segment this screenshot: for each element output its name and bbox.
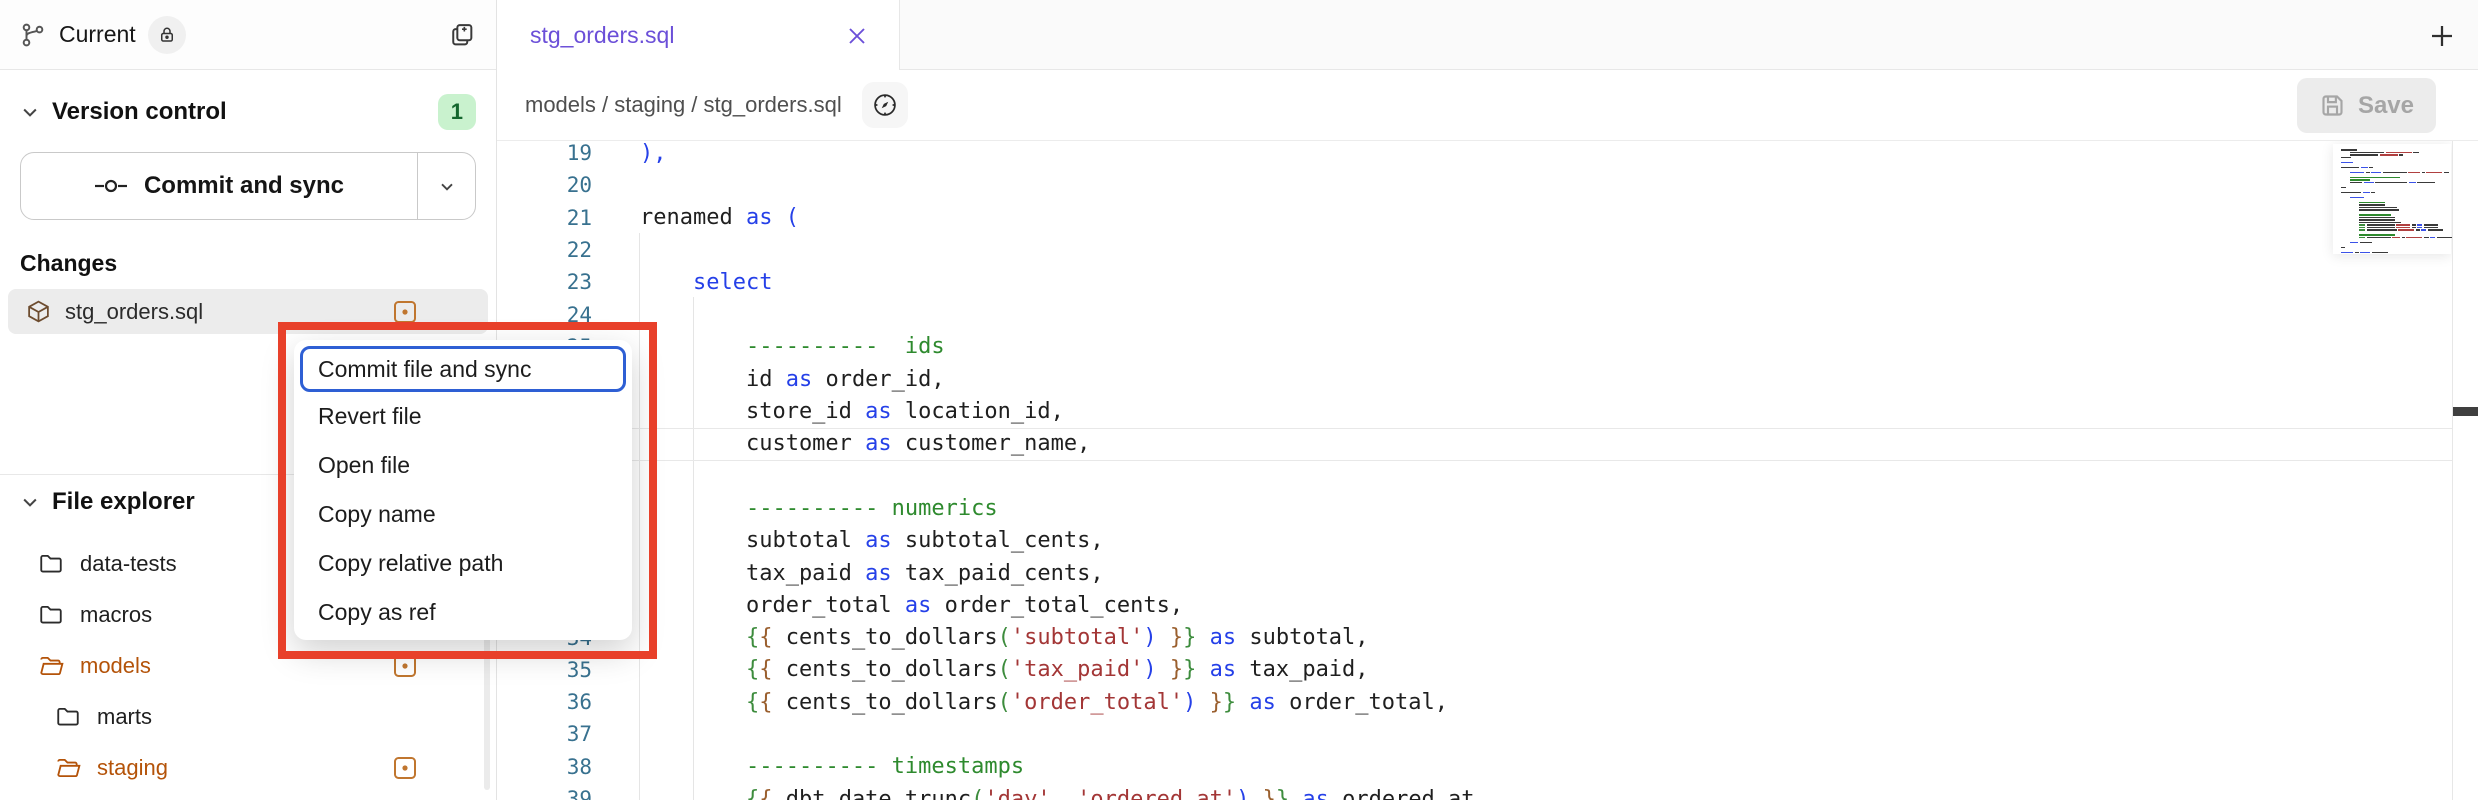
commit-options-dropdown[interactable] — [417, 153, 475, 219]
line-number: 39 — [497, 787, 608, 800]
minimap[interactable] — [2333, 144, 2451, 254]
close-tab-icon[interactable] — [845, 24, 869, 48]
code-lines: 19), 20 21renamed as ( 22 23 select 24 25 ----… — [497, 141, 2478, 800]
branch-header: Current — [0, 0, 496, 70]
branch-name: Current — [59, 21, 136, 48]
code-line-29: 29 — [497, 460, 2478, 492]
modified-file-badge-icon — [392, 299, 418, 325]
save-button-label: Save — [2358, 92, 2414, 120]
code-line-23: 23 select — [497, 266, 2478, 298]
editor-pane: stg_orders.sql models / staging / stg_or… — [497, 0, 2478, 800]
tab-stg-orders[interactable]: stg_orders.sql — [497, 0, 900, 71]
chevron-down-icon — [20, 102, 40, 122]
file-explorer-title: File explorer — [52, 488, 195, 516]
git-branch-icon — [20, 22, 46, 48]
code-line-32: 32 tax_paid as tax_paid_cents, — [497, 557, 2478, 589]
menu-item-copy-as-ref[interactable]: Copy as ref — [294, 588, 632, 637]
code-editor[interactable]: 19), 20 21renamed as ( 22 23 select 24 25 ----… — [497, 141, 2478, 800]
commit-and-sync-button[interactable]: Commit and sync — [20, 152, 476, 220]
commit-icon — [94, 176, 128, 196]
read-only-lock-badge — [148, 16, 186, 54]
tab-bar: stg_orders.sql — [497, 0, 2478, 70]
sidebar-item-marts[interactable]: marts — [0, 691, 496, 742]
folder-name: macros — [80, 602, 152, 628]
line-number: 21 — [497, 206, 608, 230]
code-line-37: 37 — [497, 718, 2478, 750]
breadcrumb: models / staging / stg_orders.sql — [525, 92, 842, 118]
folder-open-icon — [55, 755, 81, 781]
folder-name: models — [80, 653, 151, 679]
folder-name: data-tests — [80, 551, 177, 577]
changed-file-row[interactable]: stg_orders.sql — [8, 289, 488, 334]
code-line-28: 28 customer as customer_name, — [497, 428, 2478, 460]
line-number: 22 — [497, 238, 608, 262]
code-line-19: 19), — [497, 141, 2478, 169]
code-line-20: 20 — [497, 169, 2478, 201]
code-line-21: 21renamed as ( — [497, 202, 2478, 234]
duplicate-branch-icon[interactable] — [448, 21, 476, 49]
sidebar-item-models[interactable]: models — [0, 640, 496, 691]
code-line-24: 24 — [497, 298, 2478, 330]
code-line-22: 22 — [497, 234, 2478, 266]
code-line-25: 25 ---------- ids — [497, 331, 2478, 363]
code-line-26: 26 id as order_id, — [497, 363, 2478, 395]
version-control-title: Version control — [52, 98, 227, 126]
line-number: 35 — [497, 658, 608, 682]
changes-section-title: Changes — [20, 250, 476, 277]
menu-item-commit-file-and-sync[interactable]: Commit file and sync — [300, 346, 626, 392]
new-tab-button[interactable] — [2424, 18, 2460, 54]
lineage-compass-icon[interactable] — [862, 82, 908, 128]
menu-item-copy-name[interactable]: Copy name — [294, 490, 632, 539]
code-line-38: 38 ---------- timestamps — [497, 751, 2478, 783]
version-control-header[interactable]: Version control 1 — [0, 86, 496, 138]
commit-button-label: Commit and sync — [144, 172, 344, 200]
code-line-36: 36 {{ cents_to_dollars('order_total') }}… — [497, 686, 2478, 718]
menu-item-revert-file[interactable]: Revert file — [294, 392, 632, 441]
line-number: 36 — [497, 690, 608, 714]
code-line-39: 39 {{ dbt.date_trunc('day', 'ordered_at'… — [497, 783, 2478, 800]
line-number: 20 — [497, 173, 608, 197]
changed-file-name: stg_orders.sql — [65, 299, 203, 325]
folder-name: marts — [97, 704, 152, 730]
folder-icon — [38, 551, 64, 577]
menu-item-copy-relative-path[interactable]: Copy relative path — [294, 539, 632, 588]
code-line-35: 35 {{ cents_to_dollars('tax_paid') }} as… — [497, 654, 2478, 686]
dbt-ide-page: Current Version control 1 — [0, 0, 2478, 800]
line-number: 23 — [497, 270, 608, 294]
cursor-position-marker — [2453, 407, 2478, 416]
code-line-31: 31 subtotal as subtotal_cents, — [497, 525, 2478, 557]
code-line-27: 27 store_id as location_id, — [497, 395, 2478, 427]
save-button[interactable]: Save — [2297, 78, 2436, 133]
folder-open-icon — [38, 653, 64, 679]
overview-ruler[interactable] — [2452, 141, 2478, 800]
save-floppy-icon — [2319, 92, 2346, 119]
chevron-down-icon — [20, 492, 40, 512]
modified-folder-badge-icon — [392, 755, 418, 781]
file-context-menu: Commit file and syncRevert fileOpen file… — [294, 340, 632, 640]
folder-name: staging — [97, 755, 168, 781]
tab-label: stg_orders.sql — [530, 22, 674, 49]
modified-folder-badge-icon — [392, 653, 418, 679]
code-line-34: 34 {{ cents_to_dollars('subtotal') }} as… — [497, 621, 2478, 653]
model-cube-icon — [26, 299, 51, 324]
line-number: 37 — [497, 722, 608, 746]
breadcrumb-bar: models / staging / stg_orders.sql Save — [497, 70, 2478, 141]
folder-icon — [38, 602, 64, 628]
menu-item-open-file[interactable]: Open file — [294, 441, 632, 490]
sidebar-item-staging[interactable]: staging — [0, 742, 496, 793]
line-number: 24 — [497, 303, 608, 327]
line-number: 38 — [497, 755, 608, 779]
code-line-30: 30 ---------- numerics — [497, 492, 2478, 524]
folder-icon — [55, 704, 81, 730]
line-number: 19 — [497, 141, 608, 165]
code-line-33: 33 order_total as order_total_cents, — [497, 589, 2478, 621]
changes-count-badge: 1 — [438, 94, 476, 130]
